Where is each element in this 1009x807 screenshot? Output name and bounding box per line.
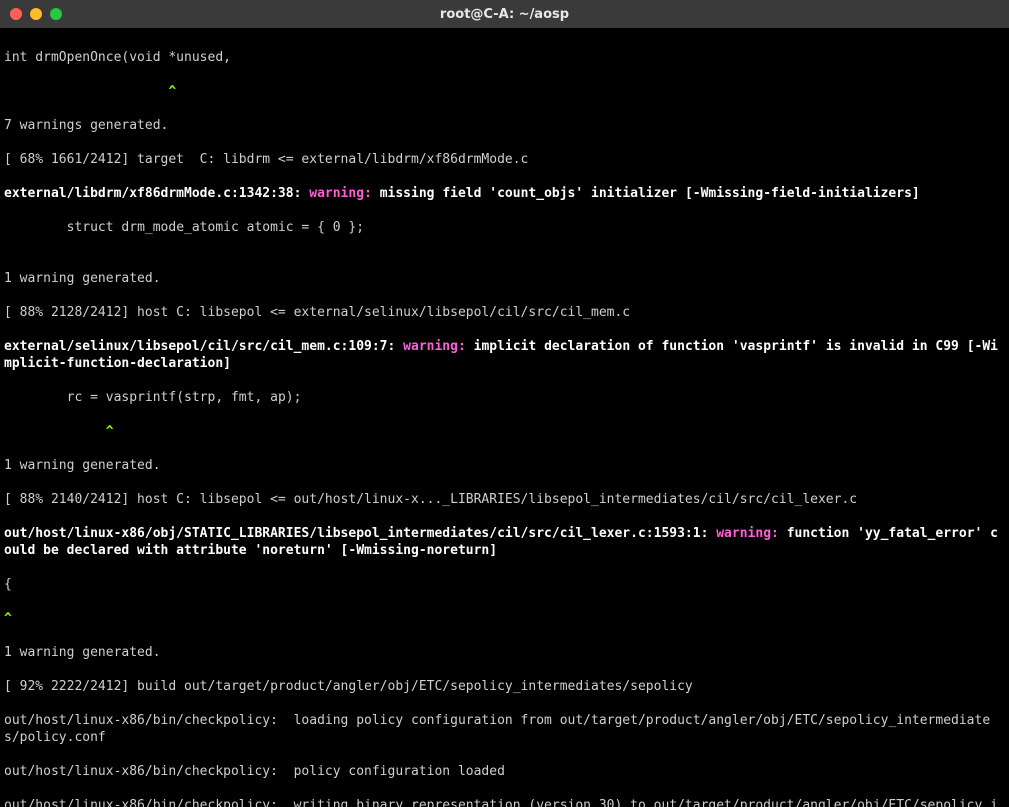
minimize-icon[interactable] — [30, 8, 42, 20]
output-line: { — [4, 576, 1005, 593]
close-icon[interactable] — [10, 8, 22, 20]
output-line: out/host/linux-x86/obj/STATIC_LIBRARIES/… — [4, 525, 1005, 559]
output-line: 1 warning generated. — [4, 644, 1005, 661]
output-line: [ 88% 2128/2412] host C: libsepol <= ext… — [4, 304, 1005, 321]
window-controls — [10, 8, 62, 20]
terminal-window: root@C-A: ~/aosp int drmOpenOnce(void *u… — [0, 0, 1009, 807]
output-line: ^ — [4, 610, 1005, 627]
output-line: external/libdrm/xf86drmMode.c:1342:38: w… — [4, 185, 1005, 202]
output-line: 1 warning generated. — [4, 457, 1005, 474]
output-line: [ 92% 2222/2412] build out/target/produc… — [4, 678, 1005, 695]
output-line: 1 warning generated. — [4, 270, 1005, 287]
output-line: ^ — [4, 83, 1005, 100]
maximize-icon[interactable] — [50, 8, 62, 20]
output-line: external/selinux/libsepol/cil/src/cil_me… — [4, 338, 1005, 372]
output-line: struct drm_mode_atomic atomic = { 0 }; — [4, 219, 1005, 236]
window-title: root@C-A: ~/aosp — [0, 7, 1009, 22]
output-line: rc = vasprintf(strp, fmt, ap); — [4, 389, 1005, 406]
titlebar: root@C-A: ~/aosp — [0, 0, 1009, 28]
output-line: [ 68% 1661/2412] target C: libdrm <= ext… — [4, 151, 1005, 168]
output-line: out/host/linux-x86/bin/checkpolicy: writ… — [4, 797, 1005, 807]
output-line: [ 88% 2140/2412] host C: libsepol <= out… — [4, 491, 1005, 508]
output-line: int drmOpenOnce(void *unused, — [4, 49, 1005, 66]
output-line: ^ — [4, 423, 1005, 440]
output-line: out/host/linux-x86/bin/checkpolicy: load… — [4, 712, 1005, 746]
terminal-body[interactable]: int drmOpenOnce(void *unused, ^ 7 warnin… — [0, 28, 1009, 807]
output-line: 7 warnings generated. — [4, 117, 1005, 134]
output-line: out/host/linux-x86/bin/checkpolicy: poli… — [4, 763, 1005, 780]
